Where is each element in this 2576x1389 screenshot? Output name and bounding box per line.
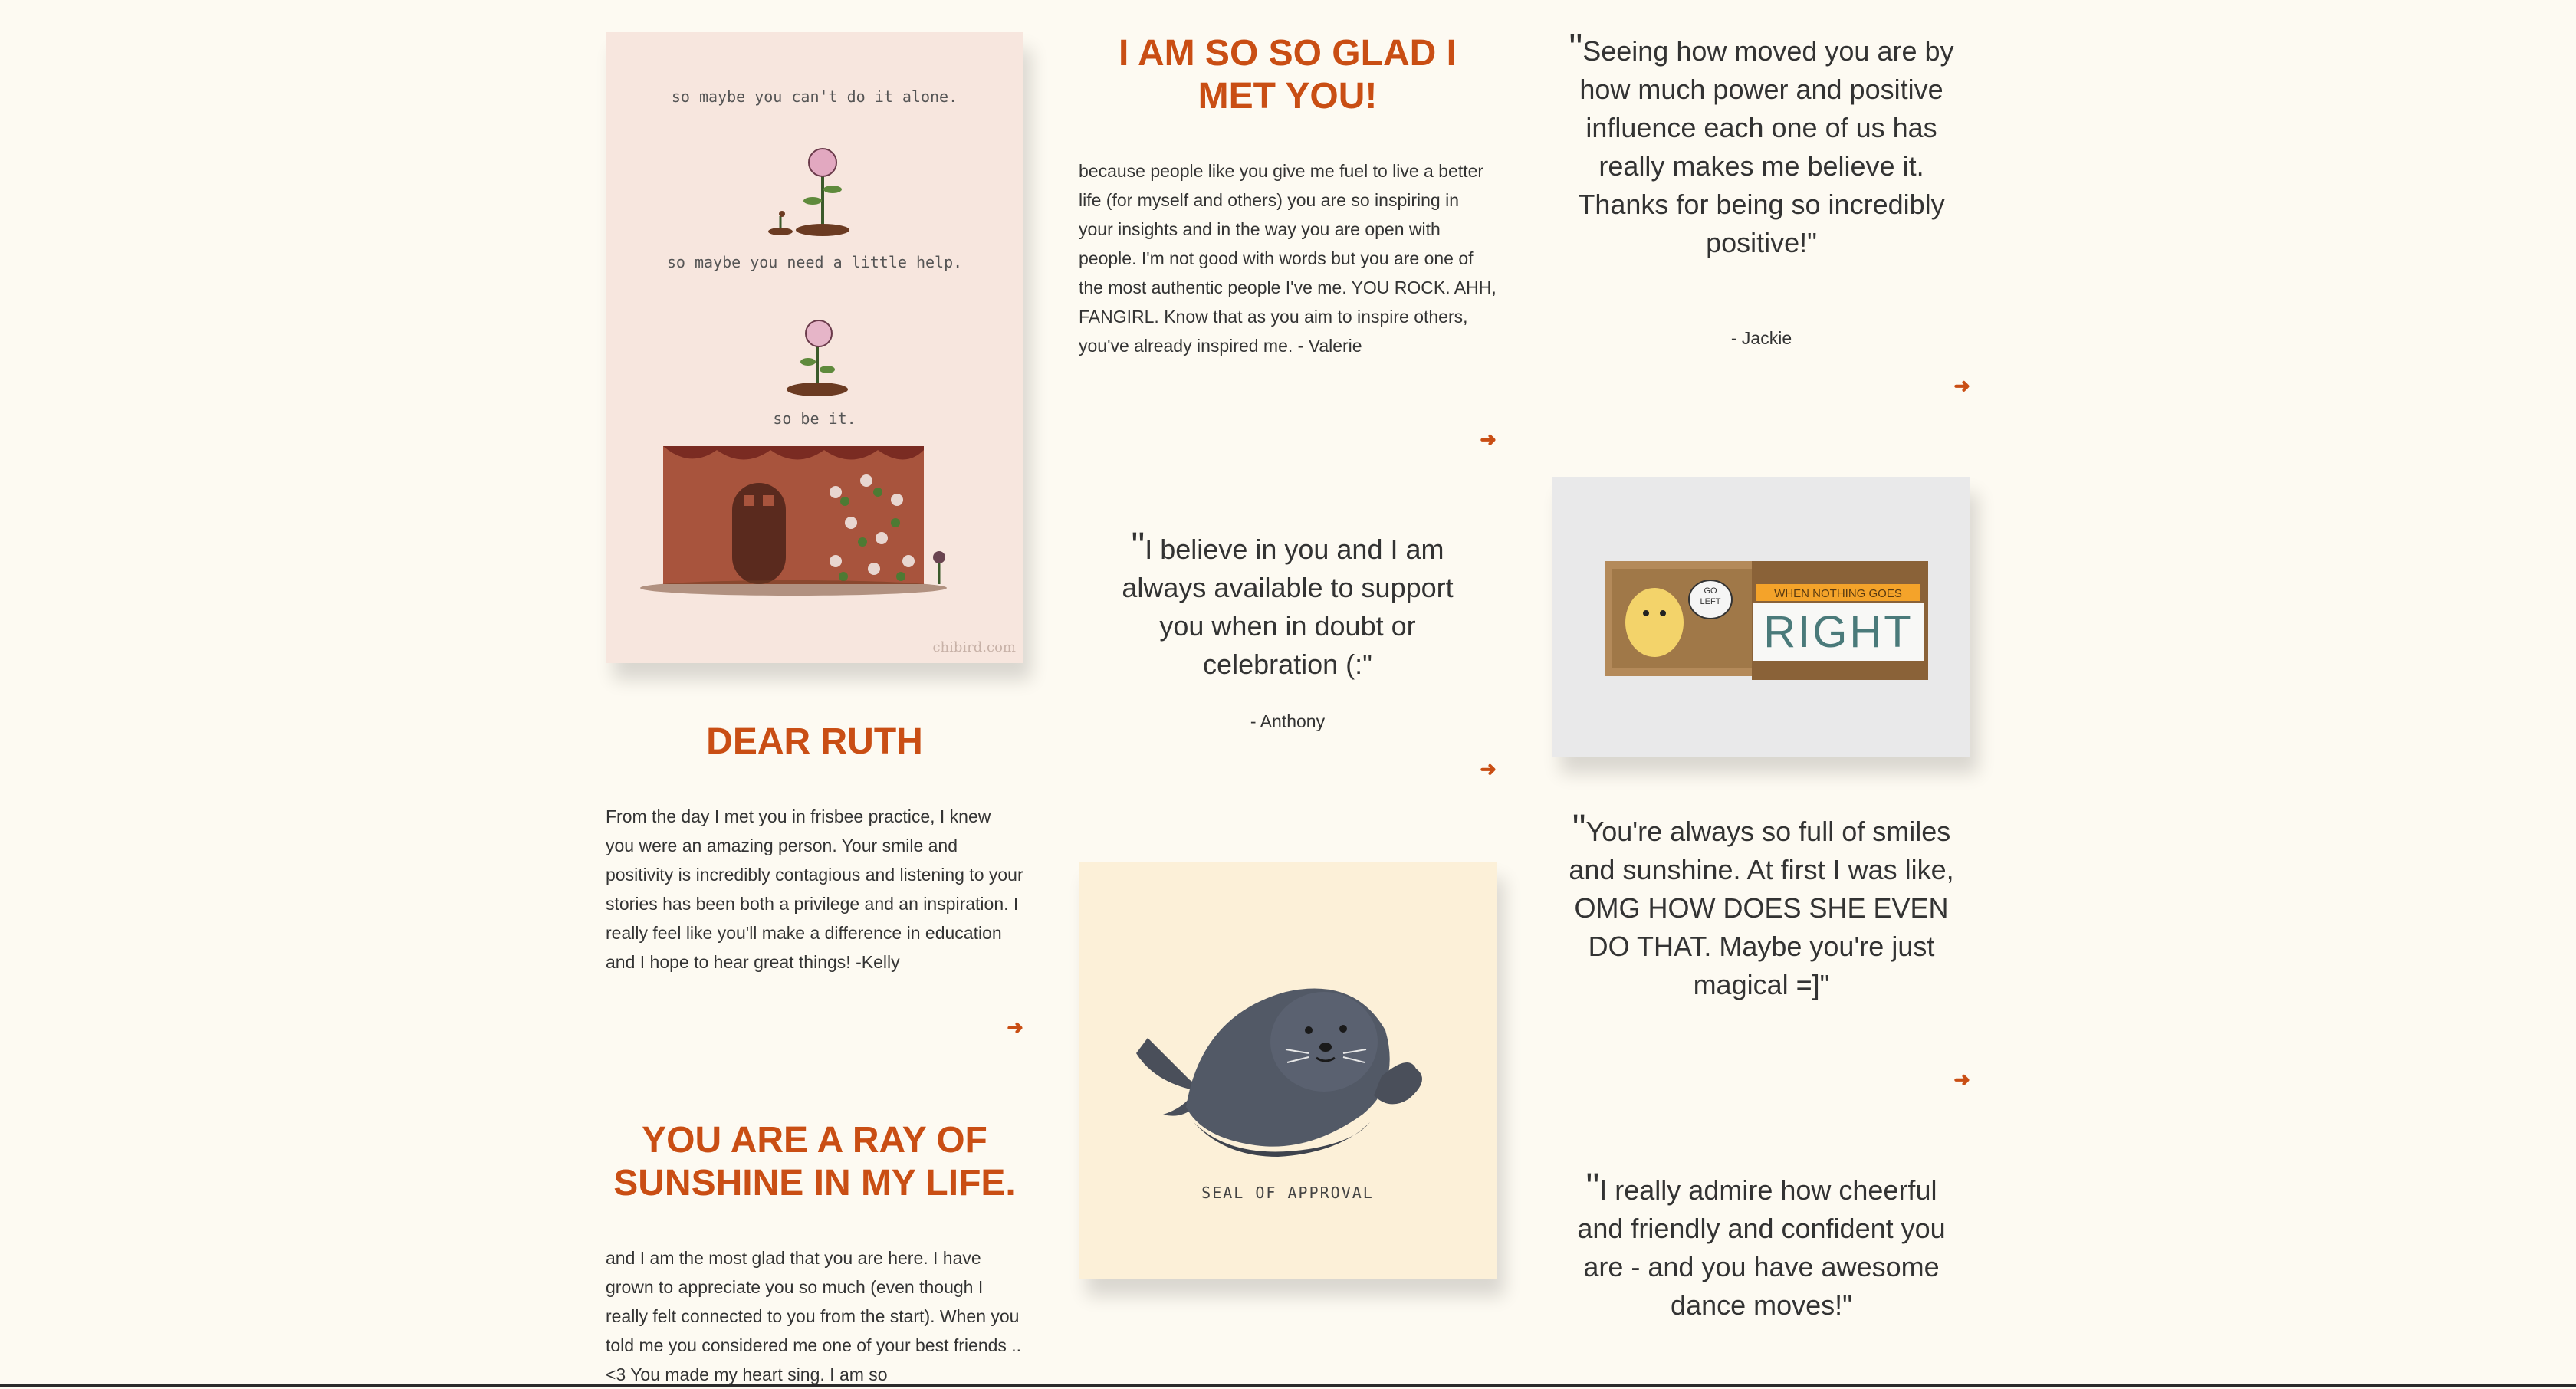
read-more-arrow-icon[interactable]: ➜ xyxy=(1480,428,1497,452)
illustration-line-1: so maybe you can't do it alone. xyxy=(671,87,958,106)
quote-text: You're always so full of smiles and suns… xyxy=(1569,816,1954,1000)
illustration-line-2: so maybe you need a little help. xyxy=(666,253,963,271)
quote-cheerful: "I really admire how cheerful and friend… xyxy=(1552,1167,1970,1325)
quote-text: I believe in you and I am always availab… xyxy=(1122,534,1454,680)
quote-mark: " xyxy=(1131,524,1145,567)
quote-author: - Anthony xyxy=(1250,711,1326,731)
seal-illustration-card[interactable]: SEAL OF APPROVAL xyxy=(1079,862,1497,1279)
matchbox-card[interactable]: GO LEFT WHEN NOTHING GOES RIGHT xyxy=(1552,477,1970,757)
rose-illustration xyxy=(640,148,947,596)
matchbox-big-text: RIGHT xyxy=(1763,607,1914,657)
read-more-arrow-icon[interactable]: ➜ xyxy=(1953,1068,1970,1092)
rose-illustration-card[interactable]: so maybe you can't do it alone. so maybe… xyxy=(606,32,1024,663)
quote-mark: " xyxy=(1585,1165,1600,1208)
quote-anthony: "I believe in you and I am always availa… xyxy=(1079,527,1497,684)
matchbox-bubble-text: GO LEFT xyxy=(1700,586,1721,606)
seal-caption: SEAL OF APPROVAL xyxy=(1201,1184,1374,1202)
quote-jackie: "Seeing how moved you are by how much po… xyxy=(1552,28,1970,262)
read-more-arrow-icon[interactable]: ➜ xyxy=(1480,757,1497,781)
page-bottom-edge xyxy=(0,1384,2576,1387)
quote-mark: " xyxy=(1569,26,1583,69)
card-title-ray-of-sunshine: YOU ARE A RAY OF SUNSHINE IN MY LIFE. xyxy=(613,1120,1016,1203)
card-body-ray-of-sunshine: and I am the most glad that you are here… xyxy=(606,1248,1022,1384)
read-more-arrow-icon[interactable]: ➜ xyxy=(1007,1016,1024,1039)
card-body-so-glad: because people like you give me fuel to … xyxy=(1079,161,1497,356)
quote-smiles-sunshine: "You're always so full of smiles and sun… xyxy=(1552,809,1970,1004)
read-more-arrow-icon[interactable]: ➜ xyxy=(1953,374,1970,398)
seal-illustration xyxy=(1136,988,1422,1157)
watermark: chibird.com xyxy=(932,639,1016,655)
quote-author: - Jackie xyxy=(1730,328,1792,348)
illustration-line-3: so be it. xyxy=(773,409,856,428)
card-body-dear-ruth: From the day I met you in frisbee practi… xyxy=(606,806,1024,972)
quote-mark: " xyxy=(1572,806,1586,849)
quote-text: Seeing how moved you are by how much pow… xyxy=(1578,35,1954,258)
card-title-so-glad: I AM SO SO GLAD I MET YOU! xyxy=(1119,33,1457,117)
matchbox-banner-text: WHEN NOTHING GOES xyxy=(1774,587,1902,600)
card-title-dear-ruth: DEAR RUTH xyxy=(706,721,923,762)
quote-text: I really admire how cheerful and friendl… xyxy=(1577,1174,1946,1321)
